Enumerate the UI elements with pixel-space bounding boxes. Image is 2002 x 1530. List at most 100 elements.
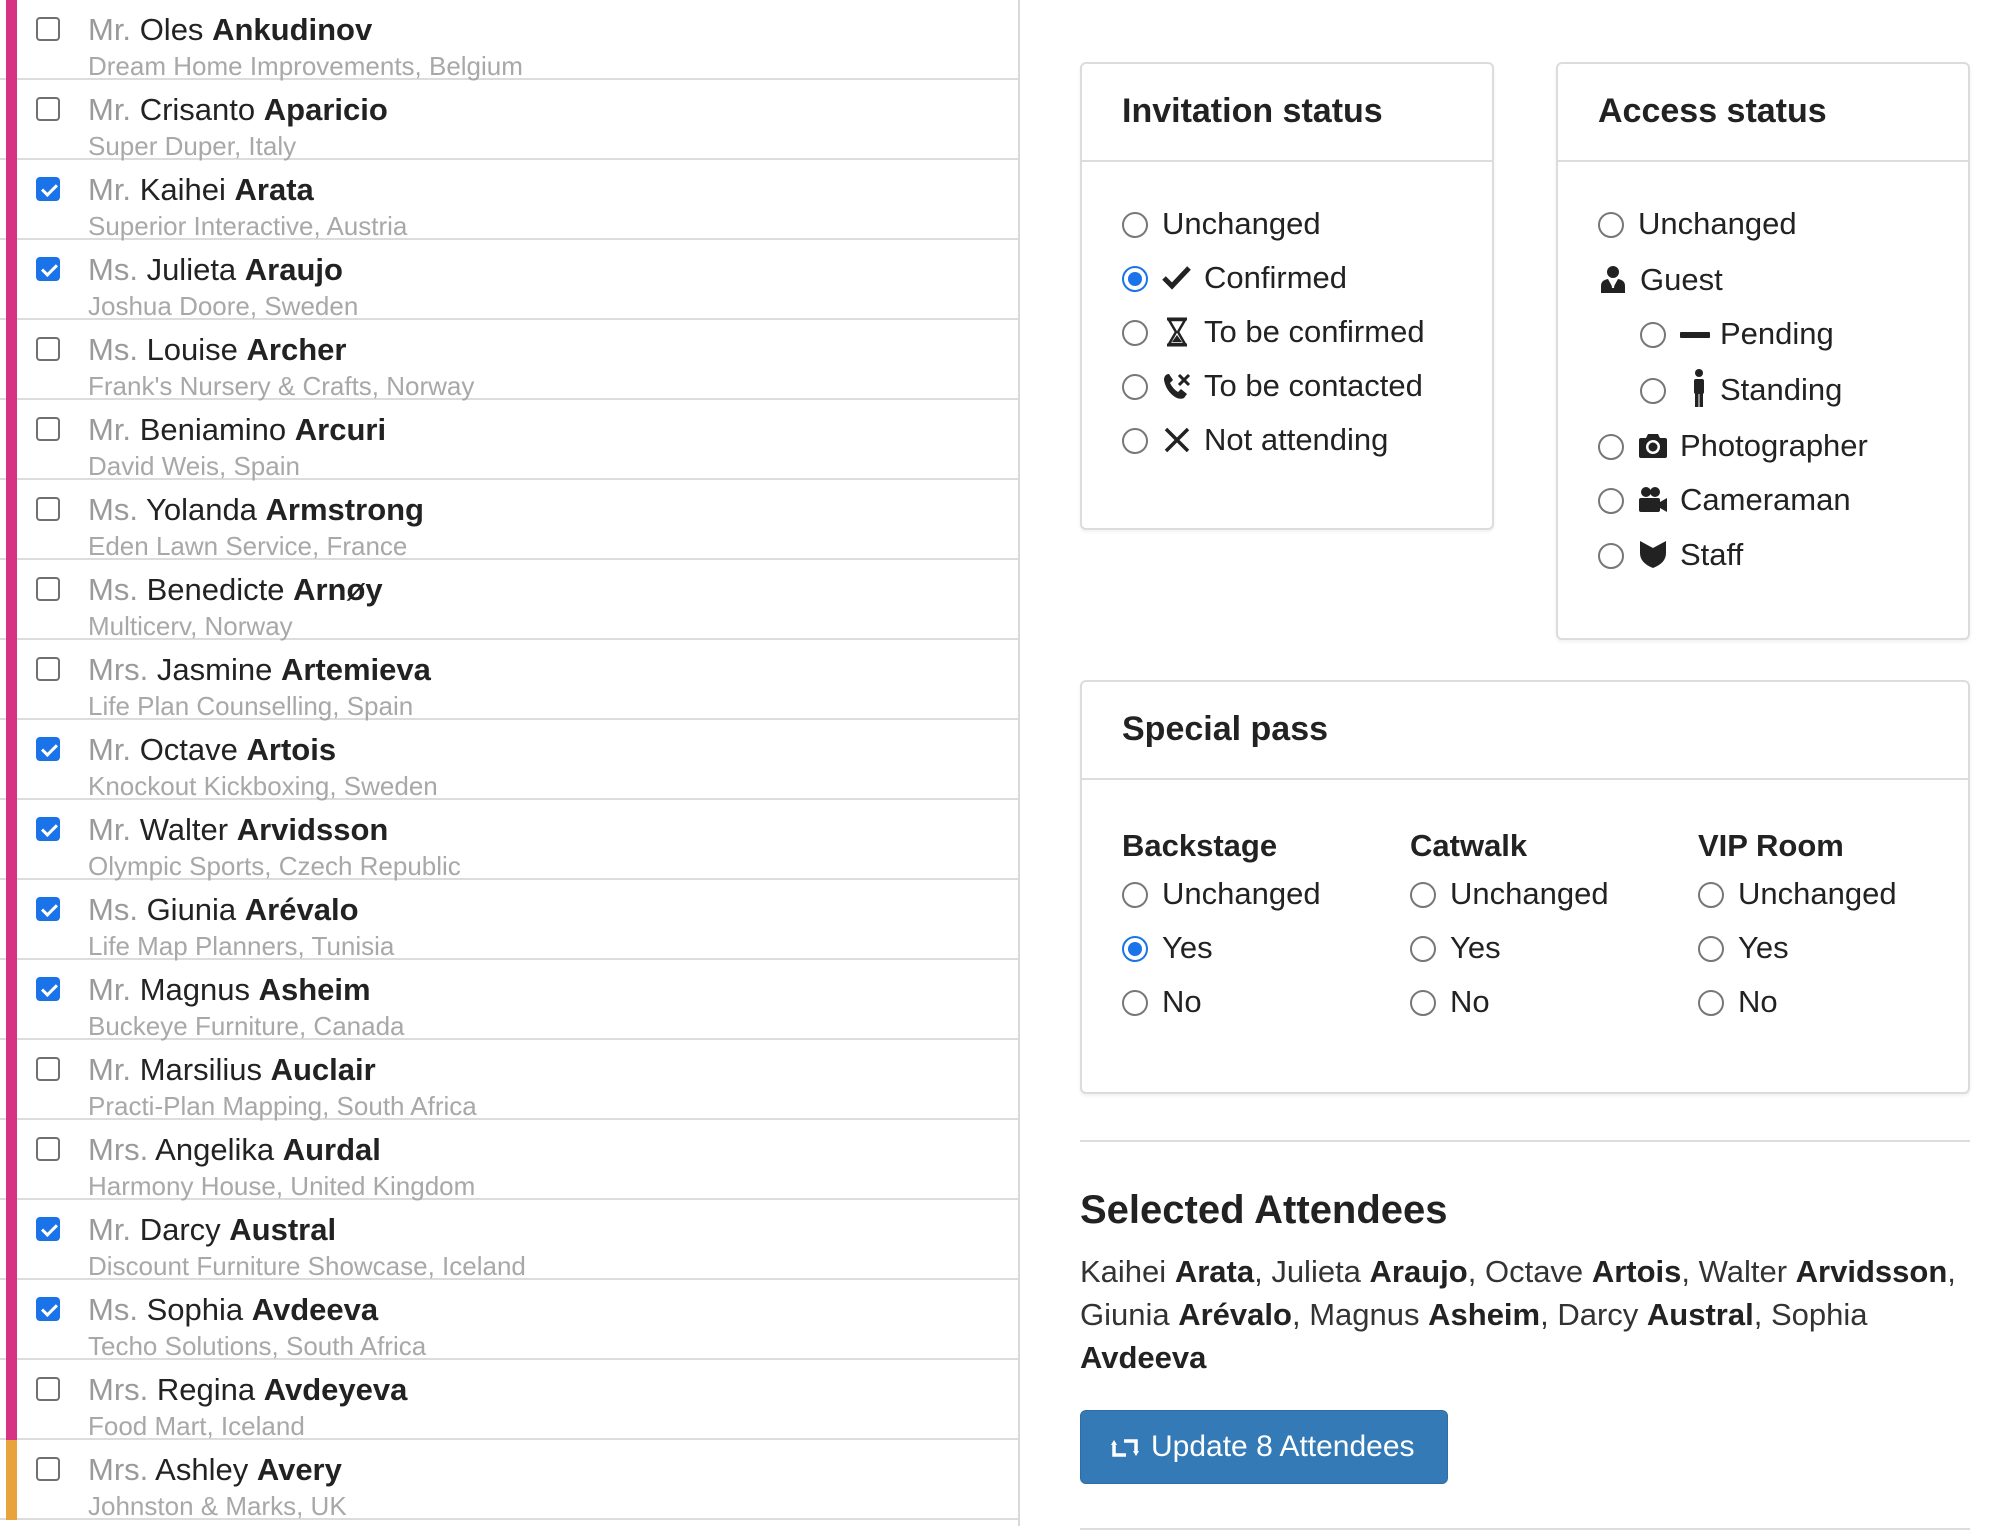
attendee-company: Johnston & Marks, UK [88,1491,347,1521]
attendee-checkbox[interactable] [36,417,60,441]
attendee-row[interactable]: Mr. Kaihei Arata Superior Interactive, Au… [0,160,1018,240]
radio-button[interactable] [1698,882,1724,908]
attendee-row[interactable]: Ms. Yolanda Armstrong Eden Lawn Service, … [0,480,1018,560]
radio-button[interactable] [1122,320,1148,346]
attendee-checkbox[interactable] [36,177,60,201]
attendee-checkbox[interactable] [36,257,60,281]
attendee-row[interactable]: Mrs. Ashley Avery Johnston & Marks, UK [0,1440,1018,1520]
attendee-name: Mr. Kaihei Arata [88,172,314,208]
attendee-checkbox[interactable] [36,577,60,601]
attendee-checkbox[interactable] [36,1377,60,1401]
attendee-checkbox[interactable] [36,97,60,121]
attendee-name: Ms. Sophia Avdeeva [88,1292,378,1328]
status-color-bar [6,160,17,240]
attendee-company: Dream Home Improvements, Belgium [88,51,523,81]
option-label: Confirmed [1204,260,1347,295]
status-color-bar [6,240,17,320]
radio-button[interactable] [1122,990,1148,1016]
attendee-name: Mr. Oles Ankudinov [88,12,372,48]
attendee-checkbox[interactable] [36,1457,60,1481]
status-color-bar [6,720,17,800]
attendee-checkbox[interactable] [36,657,60,681]
attendee-row[interactable]: Mr. Darcy Austral Discount Furniture Show… [0,1200,1018,1280]
access-status-panel: Access status Unchanged Guest Pending St… [1556,62,1970,640]
attendee-checkbox[interactable] [36,1217,60,1241]
attendee-row[interactable]: Mr. Walter Arvidsson Olympic Sports, Czec… [0,800,1018,880]
update-attendees-button[interactable]: Update 8 Attendees [1080,1410,1448,1484]
radio-button[interactable] [1410,936,1436,962]
attendee-row[interactable]: Ms. Benedicte Arnøy Multicerv, Norway [0,560,1018,640]
attendee-name: Ms. Julieta Araujo [88,252,343,288]
radio-pending[interactable] [1640,322,1666,348]
attendee-row[interactable]: Mr. Octave Artois Knockout Kickboxing, Sw… [0,720,1018,800]
special-pass-column-title: VIP Room [1698,828,1844,863]
attendee-row[interactable]: Mr. Beniamino Arcuri David Weis, Spain [0,400,1018,480]
attendee-first-name: Yolanda [146,492,257,527]
option-label: No [1450,984,1490,1019]
radio-button[interactable] [1410,882,1436,908]
attendee-row[interactable]: Mr. Crisanto Aparicio Super Duper, Italy [0,80,1018,160]
selected-attendee-name: Walter Arvidsson [1699,1254,1948,1289]
radio-cameraman[interactable] [1598,488,1624,514]
status-color-bar [6,560,17,640]
radio-button[interactable] [1122,266,1148,292]
attendee-salutation: Mr. [88,1052,132,1087]
attendee-row[interactable]: Mr. Magnus Asheim Buckeye Furniture, Cana… [0,960,1018,1040]
radio-button[interactable] [1410,990,1436,1016]
attendee-row[interactable]: Ms. Julieta Araujo Joshua Doore, Sweden [0,240,1018,320]
radio-button[interactable] [1698,990,1724,1016]
radio-button[interactable] [1122,428,1148,454]
attendee-name: Mr. Marsilius Auclair [88,1052,376,1088]
radio-unchanged[interactable] [1598,212,1624,238]
attendee-checkbox[interactable] [36,497,60,521]
hourglass-icon [1166,317,1188,347]
radio-button[interactable] [1698,936,1724,962]
radio-standing[interactable] [1640,378,1666,404]
attendee-name: Mr. Walter Arvidsson [88,812,388,848]
attendee-salutation: Mrs. [88,1372,149,1407]
attendee-checkbox[interactable] [36,897,60,921]
attendee-last-name: Avery [256,1452,342,1487]
radio-photographer[interactable] [1598,434,1624,460]
attendee-first-name: Oles [139,12,204,47]
attendee-company: Eden Lawn Service, France [88,531,408,561]
attendee-row[interactable]: Mr. Oles Ankudinov Dream Home Improvement… [0,0,1018,80]
option-label: Standing [1720,372,1843,407]
invitation-status-panel: Invitation status Unchanged Confirmed To b… [1080,62,1494,530]
attendee-row[interactable]: Ms. Louise Archer Frank's Nursery & Craft… [0,320,1018,400]
phone-icon [1164,373,1191,399]
attendee-row[interactable]: Mr. Marsilius Auclair Practi-Plan Mapping… [0,1040,1018,1120]
attendee-row[interactable]: Mrs. Angelika Aurdal Harmony House, Unite… [0,1120,1018,1200]
attendee-checkbox[interactable] [36,737,60,761]
attendee-checkbox[interactable] [36,1057,60,1081]
camera-icon [1639,434,1667,458]
invitation-status-title: Invitation status [1122,92,1383,130]
status-color-bar [6,400,17,480]
attendee-checkbox[interactable] [36,17,60,41]
attendee-company: Knockout Kickboxing, Sweden [88,771,438,801]
option-label: Yes [1738,930,1789,965]
attendee-row[interactable]: Mrs. Jasmine Artemieva Life Plan Counsell… [0,640,1018,720]
radio-staff[interactable] [1598,543,1624,569]
attendee-checkbox[interactable] [36,817,60,841]
radio-button[interactable] [1122,374,1148,400]
attendee-checkbox[interactable] [36,1297,60,1321]
attendee-name: Mr. Magnus Asheim [88,972,371,1008]
option-label: Unchanged [1450,876,1609,911]
radio-button[interactable] [1122,212,1148,238]
attendee-row[interactable]: Ms. Giunia Arévalo Life Map Planners, Tun… [0,880,1018,960]
divider [1558,160,1968,162]
radio-button[interactable] [1122,882,1148,908]
radio-button[interactable] [1122,936,1148,962]
attendee-checkbox[interactable] [36,337,60,361]
status-color-bar [6,960,17,1040]
attendee-checkbox[interactable] [36,1137,60,1161]
attendee-name: Mr. Octave Artois [88,732,336,768]
attendee-row[interactable]: Mrs. Regina Avdeyeva Food Mart, Iceland [0,1360,1018,1440]
attendee-salutation: Mr. [88,12,132,47]
attendee-company: Techo Solutions, South Africa [88,1331,427,1361]
attendee-checkbox[interactable] [36,977,60,1001]
status-color-bar [6,1360,17,1440]
attendee-row[interactable]: Ms. Sophia Avdeeva Techo Solutions, South… [0,1280,1018,1360]
access-status-title: Access status [1598,92,1827,130]
